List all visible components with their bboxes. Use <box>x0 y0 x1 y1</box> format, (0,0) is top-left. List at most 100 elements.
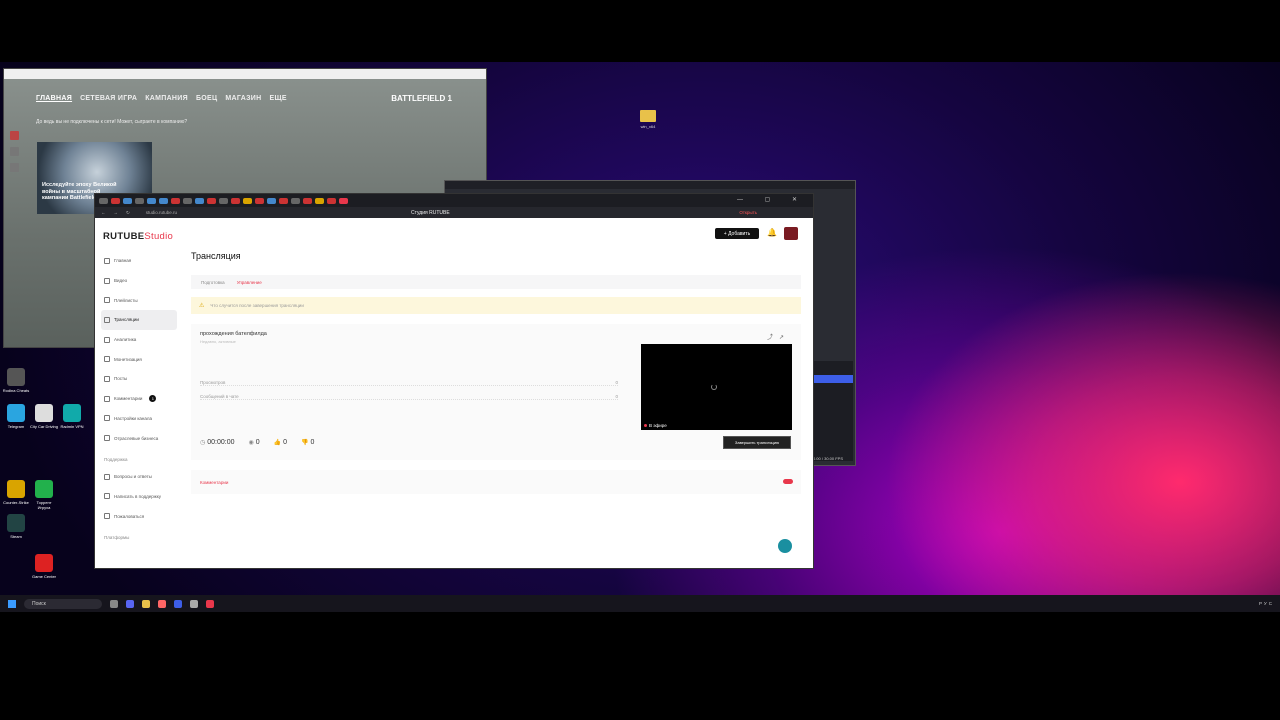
battlefield-logo: BATTLEFIELD 1 <box>391 94 452 103</box>
side-icon[interactable] <box>10 131 19 140</box>
windows-start-icon[interactable] <box>8 599 16 608</box>
dislikes-stat: 👎 0 <box>301 439 314 446</box>
browser-tab[interactable] <box>243 197 252 204</box>
thumbs-down-icon: 👎 <box>301 440 309 446</box>
sidebar-item-monetization[interactable]: Монетизация <box>101 349 177 369</box>
app-icon[interactable] <box>174 599 182 608</box>
bell-icon[interactable]: 🔔 <box>767 228 777 237</box>
bf-nav-more[interactable]: ЕЩЕ <box>269 95 286 102</box>
gear-icon <box>104 415 110 422</box>
app-icon[interactable] <box>190 599 198 608</box>
tab-manage[interactable]: Управление <box>237 280 262 285</box>
desktop-icon-rodina[interactable]: Rodina Cheats <box>2 368 30 393</box>
browser-tab[interactable] <box>111 197 120 204</box>
sidebar-item-home[interactable]: Главная <box>101 251 177 271</box>
browser-tab[interactable] <box>123 197 132 204</box>
desktop-icon-telegram[interactable]: Telegram <box>2 404 30 429</box>
browser-tab[interactable] <box>147 197 156 204</box>
browser-tab[interactable] <box>159 197 168 204</box>
sidebar-item-faq[interactable]: Вопросы и ответы <box>101 467 177 487</box>
bf-nav-soldier[interactable]: БОЕЦ <box>196 95 217 102</box>
share-icon[interactable]: ⤴ <box>767 335 779 341</box>
url-field[interactable]: studio.rutube.ru <box>146 210 177 215</box>
yandex-icon[interactable] <box>158 599 166 608</box>
bf-nav-campaign[interactable]: КАМПАНИЯ <box>145 95 188 102</box>
browser-tab[interactable] <box>279 197 288 204</box>
warning-icon: ⚠ <box>199 303 205 309</box>
browser-tab[interactable] <box>315 197 324 204</box>
stream-preview[interactable]: В эфире <box>641 344 792 430</box>
reload-icon[interactable]: ↻ <box>126 210 130 216</box>
bf-nav-store[interactable]: МАГАЗИН <box>225 95 261 102</box>
sidebar-item-contact-support[interactable]: Написать в поддержку <box>101 487 177 507</box>
help-fab-button[interactable] <box>778 539 792 553</box>
window-controls[interactable]: — ▢ ✕ <box>737 196 807 203</box>
browser-tab[interactable] <box>195 197 204 204</box>
sidebar-item-report[interactable]: Пожаловаться <box>101 506 177 526</box>
sidebar-item-analytics[interactable]: Аналитика <box>101 330 177 350</box>
browser-tab[interactable] <box>303 197 312 204</box>
sidebar-item-video[interactable]: Видео <box>101 271 177 291</box>
bf-nav-home[interactable]: ГЛАВНАЯ <box>36 95 72 102</box>
side-icon[interactable] <box>10 147 19 156</box>
browser-window[interactable]: — ▢ ✕ ← → ↻ studio.rutube.ru Студия RUTU… <box>94 193 814 569</box>
sidebar-item-comments[interactable]: Комментарии 1 <box>101 389 177 409</box>
app-icon[interactable] <box>206 599 214 608</box>
desktop-icon-label: Radmin VPN <box>60 424 84 429</box>
add-button[interactable]: + Добавить <box>715 228 759 239</box>
rutube-studio-logo[interactable]: RUTUBEStudio <box>103 231 173 242</box>
desktop-icon-cs[interactable]: Counter-Strike <box>2 480 30 505</box>
explorer-icon[interactable] <box>142 599 150 608</box>
sidebar-item-posts[interactable]: Посты <box>101 369 177 389</box>
browser-tab[interactable] <box>291 197 300 204</box>
app-icon <box>7 368 25 386</box>
system-tray[interactable]: РУС <box>1259 601 1274 606</box>
obs-titlebar[interactable] <box>445 181 855 189</box>
avatar[interactable] <box>784 227 798 240</box>
taskbar: Поиск РУС <box>0 595 1280 612</box>
task-view-icon[interactable] <box>110 599 118 608</box>
warning-banner[interactable]: ⚠ Что случится после завершения трансляц… <box>191 297 801 314</box>
browser-tab[interactable] <box>327 197 336 204</box>
logo-suffix: Studio <box>144 231 174 242</box>
sidebar-item-playlists[interactable]: Плейлисты <box>101 290 177 310</box>
browser-tab[interactable] <box>99 197 108 204</box>
battlefield-titlebar[interactable] <box>4 69 486 79</box>
end-stream-button[interactable]: Завершить трансляцию <box>723 436 791 449</box>
desktop-folder[interactable]: win_x64 <box>638 110 658 129</box>
obs-selected-source[interactable] <box>813 375 853 383</box>
desktop-icon-radmin[interactable]: Radmin VPN <box>58 404 86 429</box>
warning-text: Что случится после завершения трансляции <box>210 303 304 308</box>
browser-tab[interactable] <box>267 197 276 204</box>
desktop-icon-label: City Car Driving <box>30 424 59 429</box>
browser-tab[interactable] <box>135 197 144 204</box>
sidebar-item-channel-settings[interactable]: Настройки канала <box>101 409 177 429</box>
browser-tab[interactable] <box>231 197 240 204</box>
taskbar-search[interactable]: Поиск <box>24 598 102 609</box>
discord-icon[interactable] <box>126 599 134 608</box>
sidebar-item-label: Написать в поддержку <box>114 493 162 499</box>
back-icon[interactable]: ← <box>101 210 106 215</box>
tab-prepare[interactable]: Подготовка <box>201 280 225 285</box>
browser-address-bar: ← → ↻ studio.rutube.ru Студия RUTUBE Отк… <box>95 207 813 218</box>
browser-tab[interactable] <box>255 197 264 204</box>
forward-icon[interactable]: → <box>114 210 119 215</box>
external-link-icon[interactable]: ↗ <box>779 335 790 341</box>
desktop-icon-gamecenter[interactable]: Game Center <box>30 554 58 579</box>
desktop-icon-citycar[interactable]: City Car Driving <box>30 404 58 429</box>
browser-tab[interactable] <box>171 197 180 204</box>
browser-tab[interactable] <box>207 197 216 204</box>
sidebar-item-streams[interactable]: Трансляции <box>101 310 177 330</box>
browser-tab-active[interactable] <box>339 197 348 204</box>
browser-tab[interactable] <box>219 197 228 204</box>
business-icon <box>104 435 110 442</box>
comments-toggle[interactable] <box>783 479 793 484</box>
sidebar-item-business[interactable]: Отраслевые бизнеса <box>101 428 177 448</box>
live-indicator: В эфире <box>644 423 667 428</box>
desktop-icon-steam[interactable]: Steam <box>2 514 30 539</box>
browser-tab[interactable] <box>183 197 192 204</box>
bf-nav-multiplayer[interactable]: СЕТЕВАЯ ИГРА <box>80 95 137 102</box>
side-icon[interactable] <box>10 163 19 172</box>
desktop-icon-torrent[interactable]: Торрент Игруха <box>30 480 58 510</box>
browser-open-button[interactable]: Открыть <box>739 210 757 215</box>
